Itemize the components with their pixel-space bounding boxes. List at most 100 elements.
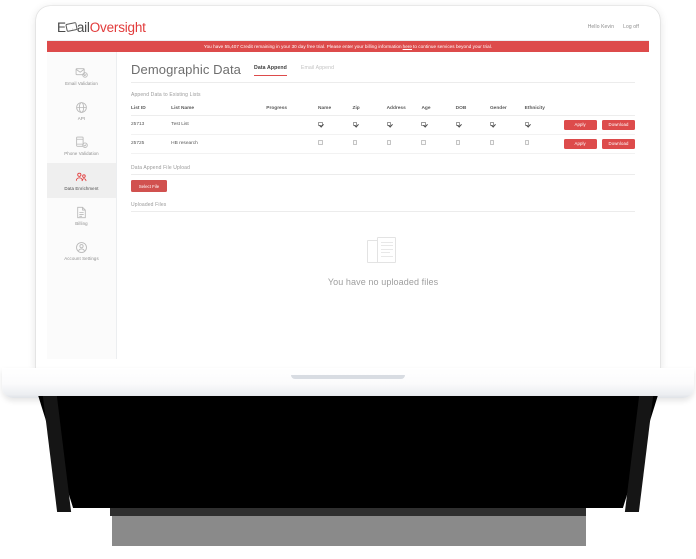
page-title: Demographic Data [131,62,241,77]
sidebar-item-billing[interactable]: Billing [47,198,116,233]
trial-alert-banner: You have 55,407 Credit remaining in your… [47,41,649,52]
email-check-icon [75,66,88,79]
append-section-title: Append Data to Existing Lists [131,92,201,98]
checkbox-ethnicity[interactable] [524,121,530,127]
cell-list-name: HB research [171,134,267,154]
col-actions [559,103,635,116]
download-button[interactable]: Download [602,120,635,130]
checkbox-dob[interactable] [455,121,461,127]
col-zip: Zip [352,103,387,116]
table-row: 25713 Test List Apply Download [131,115,635,135]
cell-check-dob [455,134,490,154]
app-topbar: E ail Oversight Hello Kevin Log off [47,14,649,41]
cell-progress [266,134,319,154]
tab-data-append[interactable]: Data Append [254,65,287,76]
brand-text-prefix: E [57,19,66,35]
sidebar-item-email-validation[interactable]: Email Validation [47,58,116,93]
table-row: 25725 HB research Apply Download [131,134,635,154]
billing-info-link[interactable]: here [403,44,412,49]
apply-button[interactable]: Apply [563,120,597,130]
sidebar-label-api: API [77,115,86,121]
documents-icon [366,236,400,270]
cell-actions: Apply Download [559,115,635,135]
envelope-icon [65,21,78,32]
laptop-reflection [38,396,658,508]
checkbox-dob[interactable] [455,140,461,145]
checkbox-zip[interactable] [352,140,358,145]
sidebar-item-api[interactable]: API [47,93,116,128]
sidebar-label-billing: Billing [75,220,88,226]
page-tabs: Data Append Email Append [254,65,334,77]
uploaded-section-title: Uploaded Files [131,201,167,208]
cell-list-name: Test List [171,115,267,135]
upload-divider [131,173,635,175]
brand-text-suffix: Oversight [89,19,146,35]
sidebar-label-data-enrichment: Data Enrichment [64,185,99,191]
col-dob: DOB [455,103,490,116]
cell-check-name [318,134,353,154]
cell-check-age [421,134,456,154]
download-button[interactable]: Download [602,138,635,149]
sidebar-item-account-settings[interactable]: Account Settings [47,233,116,268]
checkbox-gender[interactable] [489,121,495,127]
cell-check-zip [352,134,387,154]
cell-check-gender [489,134,525,154]
checkbox-name[interactable] [318,121,323,127]
sidebar-item-data-enrichment[interactable]: Data Enrichment [47,163,116,198]
main-content: Demographic Data Data Append Email Appen… [117,52,649,359]
cell-check-address [386,115,422,135]
upload-section-title: Data Append File Upload [131,164,191,171]
app-body: Email Validation API Phone Validation Da… [47,52,649,359]
checkbox-age[interactable] [421,140,426,145]
screenshot-stage: E ail Oversight Hello Kevin Log off You … [0,0,696,559]
alert-text-prefix: You have 55,407 Credit remaining in your… [203,44,402,49]
reflection-bar-gray [112,516,586,546]
sidebar-nav: Email Validation API Phone Validation Da… [47,52,117,359]
uploaded-files-section: Uploaded Files You have no uploaded file… [131,202,635,287]
col-ethnicity: Ethnicity [524,103,560,116]
col-list-name: List Name [171,103,267,116]
greeting-label: Hello Kevin [587,24,615,30]
cell-check-name [318,115,353,135]
checkbox-zip[interactable] [352,121,358,127]
reflection-bar-dark [110,508,586,516]
phone-check-icon [75,136,88,149]
cell-check-dob [455,115,490,135]
checkbox-gender[interactable] [489,140,495,145]
tab-email-append[interactable]: Email Append [301,65,334,76]
sidebar-item-phone-validation[interactable]: Phone Validation [47,128,116,163]
file-upload-section: Data Append File Upload Select File [131,165,635,193]
api-globe-icon [75,101,88,114]
laptop-base [2,368,694,398]
checkbox-address[interactable] [386,140,392,145]
select-file-button[interactable]: Select File [131,180,167,192]
checkbox-age[interactable] [421,121,426,127]
cell-check-age [421,115,456,135]
cell-list-id: 25725 [131,134,172,154]
application-window: E ail Oversight Hello Kevin Log off You … [47,14,649,359]
checkbox-ethnicity[interactable] [524,140,530,145]
sidebar-label-account-settings: Account Settings [64,255,99,261]
page-header: Demographic Data Data Append Email Appen… [131,62,635,83]
col-name: Name [318,103,353,116]
topbar-right-group: Hello Kevin Log off [588,24,639,30]
checkbox-name[interactable] [318,140,323,145]
checkbox-address[interactable] [386,121,392,127]
cell-list-id: 25713 [131,115,172,135]
logoff-link[interactable]: Log off [623,24,639,30]
laptop-trackpad-notch [291,375,405,379]
brand-logo[interactable]: E ail Oversight [57,20,146,35]
cell-check-ethnicity [524,115,560,135]
empty-state-text: You have no uploaded files [327,276,439,287]
brand-text-mid: ail [76,19,90,35]
col-address: Address [386,103,422,116]
cell-check-address [386,134,422,154]
apply-button[interactable]: Apply [563,138,597,149]
col-progress: Progress [266,103,319,116]
document-sheet-front [377,236,396,263]
col-age: Age [421,103,456,116]
sidebar-label-email-validation: Email Validation [65,80,98,86]
cell-check-gender [489,115,525,135]
empty-state: You have no uploaded files [131,212,635,287]
data-enrich-icon [75,171,88,184]
